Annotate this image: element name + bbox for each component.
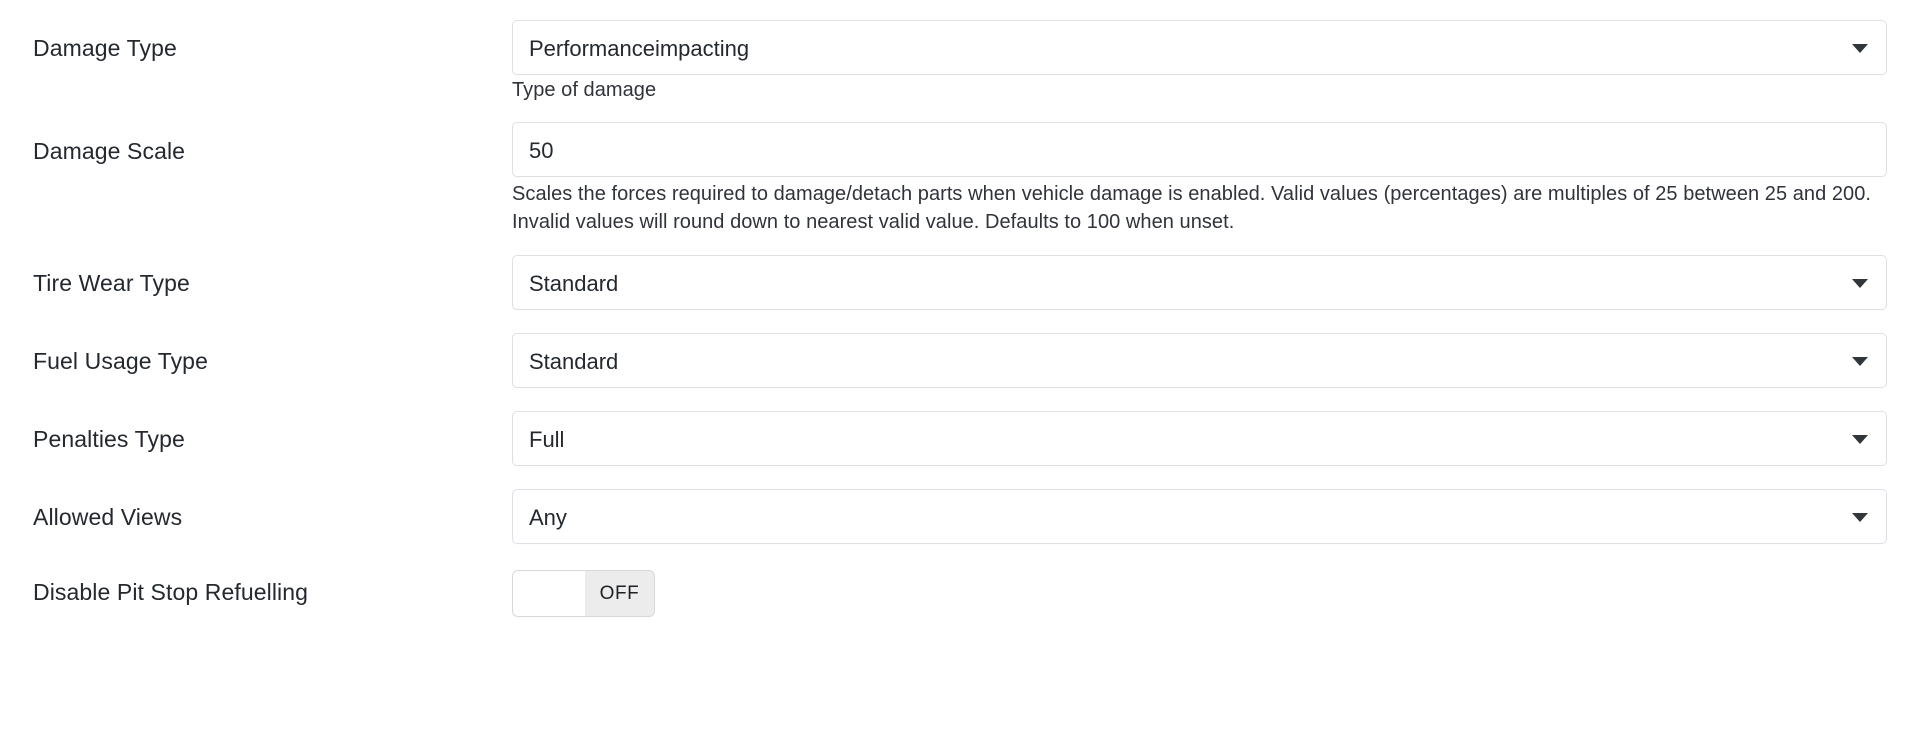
select-fuel-usage-type-value: Standard bbox=[529, 349, 619, 374]
label-disable-pit-stop-refuelling: Disable Pit Stop Refuelling bbox=[33, 579, 309, 605]
select-fuel-usage-type[interactable]: Standard bbox=[512, 333, 1887, 388]
control-damage-type: Performanceimpacting bbox=[512, 20, 1887, 75]
race-settings-form: Damage Type Performanceimpacting Type of… bbox=[0, 0, 1920, 750]
select-penalties-type[interactable]: Full bbox=[512, 411, 1887, 466]
label-penalties-type: Penalties Type bbox=[33, 426, 185, 452]
chevron-down-icon bbox=[1852, 278, 1868, 288]
chevron-down-icon bbox=[1852, 356, 1868, 366]
toggle-knob[interactable] bbox=[513, 571, 585, 616]
select-penalties-type-value: Full bbox=[529, 427, 565, 452]
control-fuel-usage-type: Standard bbox=[512, 333, 1887, 388]
help-text-damage-type: Type of damage bbox=[512, 79, 657, 101]
label-fuel-usage-type: Fuel Usage Type bbox=[33, 348, 208, 374]
control-penalties-type: Full bbox=[512, 411, 1887, 466]
select-damage-type[interactable]: Performanceimpacting bbox=[512, 20, 1887, 75]
toggle-disable-pit-stop-refuelling[interactable]: OFF bbox=[512, 570, 655, 617]
control-damage-scale: 50 bbox=[512, 122, 1887, 177]
select-allowed-views-value: Any bbox=[529, 505, 567, 530]
control-tire-wear-type: Standard bbox=[512, 255, 1887, 310]
control-allowed-views: Any bbox=[512, 489, 1887, 544]
label-tire-wear-type: Tire Wear Type bbox=[33, 270, 190, 296]
help-text-damage-scale: Scales the forces required to damage/det… bbox=[512, 183, 1871, 233]
chevron-down-icon bbox=[1852, 43, 1868, 53]
select-damage-type-value: Performanceimpacting bbox=[529, 36, 750, 61]
chevron-down-icon bbox=[1852, 512, 1868, 522]
chevron-down-icon bbox=[1852, 434, 1868, 444]
input-damage-scale-value: 50 bbox=[529, 138, 554, 163]
input-damage-scale[interactable]: 50 bbox=[512, 122, 1887, 177]
select-allowed-views[interactable]: Any bbox=[512, 489, 1887, 544]
select-tire-wear-type[interactable]: Standard bbox=[512, 255, 1887, 310]
select-tire-wear-type-value: Standard bbox=[529, 271, 619, 296]
label-allowed-views: Allowed Views bbox=[33, 504, 183, 530]
toggle-state-label: OFF bbox=[585, 571, 654, 616]
label-damage-scale: Damage Scale bbox=[33, 138, 186, 164]
label-damage-type: Damage Type bbox=[33, 35, 177, 61]
